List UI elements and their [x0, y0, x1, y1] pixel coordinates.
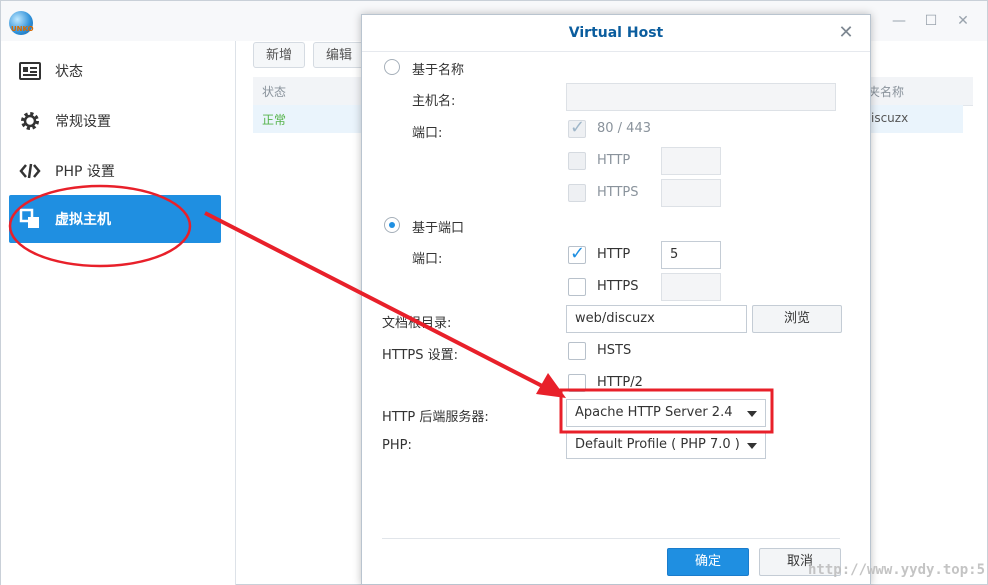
check-icon: ✓	[570, 117, 586, 138]
chevron-down-icon	[747, 443, 757, 449]
default-port-checkbox[interactable]: ✓	[568, 117, 586, 138]
port-https-label: HTTPS	[597, 279, 639, 294]
app-logo-text: UNKO	[11, 25, 34, 33]
edit-button[interactable]: 编辑	[313, 42, 366, 68]
name-https-port-input[interactable]	[661, 179, 721, 207]
hsts-label: HSTS	[597, 343, 632, 358]
dialog-title: Virtual Host	[362, 15, 870, 52]
https-settings-label: HTTPS 设置:	[382, 348, 459, 363]
sidebar-item-status[interactable]: 状态	[9, 47, 221, 95]
http2-label: HTTP/2	[597, 375, 643, 390]
add-button[interactable]: 新增	[253, 42, 306, 68]
by-port-label: 基于端口	[412, 221, 465, 236]
port-https-input[interactable]	[661, 273, 721, 301]
name-https-checkbox[interactable]	[568, 184, 586, 202]
watermark: http://www.yydy.top:5	[808, 562, 986, 578]
chevron-down-icon	[747, 411, 757, 417]
sidebar-item-general-settings[interactable]: 常规设置	[9, 97, 221, 145]
sidebar-item-label: 虚拟主机	[55, 212, 111, 228]
ok-button[interactable]: 确定	[667, 548, 749, 576]
sidebar-item-php-settings[interactable]: PHP 设置	[9, 147, 221, 195]
column-header-name: 夹名称	[868, 85, 905, 99]
doc-root-label: 文档根目录:	[382, 316, 452, 331]
sidebar: 状态 常规设置 PHP 设置 虚拟主机	[1, 41, 236, 585]
radio-by-name[interactable]	[384, 59, 400, 75]
name-http-checkbox[interactable]	[568, 152, 586, 170]
by-name-label: 基于名称	[412, 63, 465, 78]
http2-checkbox[interactable]	[568, 374, 586, 392]
port-http-checkbox[interactable]: ✓	[568, 243, 586, 264]
sidebar-item-label: 常规设置	[55, 114, 111, 130]
backend-select[interactable]: Apache HTTP Server 2.4	[566, 399, 766, 427]
virtual-host-icon	[17, 206, 43, 232]
close-window-icon[interactable]: ✕	[955, 13, 971, 29]
name-http-port-input[interactable]	[661, 147, 721, 175]
port-http-label: HTTP	[597, 247, 631, 262]
php-profile-select[interactable]: Default Profile ( PHP 7.0 )	[566, 431, 766, 459]
maximize-icon[interactable]: ☐	[923, 13, 939, 29]
code-icon	[17, 158, 43, 184]
hostname-input[interactable]	[566, 83, 836, 111]
port-label-port: 端口:	[412, 252, 443, 267]
check-icon: ✓	[570, 243, 586, 264]
footer-divider	[382, 538, 840, 539]
minimize-icon[interactable]: —	[891, 13, 907, 29]
virtual-host-dialog: Virtual Host ✕ 基于名称 主机名: 端口: ✓ 80 / 443 …	[361, 14, 871, 585]
name-http-label: HTTP	[597, 153, 631, 168]
php-label: PHP:	[382, 438, 412, 453]
backend-select-value: Apache HTTP Server 2.4	[575, 405, 733, 420]
port-http-input[interactable]: 5	[661, 241, 721, 269]
row-name: iscuzx	[871, 111, 909, 125]
sidebar-item-virtual-host[interactable]: 虚拟主机	[9, 195, 221, 243]
status-card-icon	[17, 58, 43, 84]
port-https-checkbox[interactable]	[568, 278, 586, 296]
hostname-label: 主机名:	[412, 94, 456, 109]
sidebar-item-label: PHP 设置	[55, 164, 115, 180]
radio-by-port[interactable]	[384, 217, 400, 233]
column-header-status: 状态	[262, 85, 287, 99]
sidebar-item-label: 状态	[55, 64, 83, 80]
php-select-value: Default Profile ( PHP 7.0 )	[575, 437, 740, 452]
browse-button[interactable]: 浏览	[752, 305, 842, 333]
backend-label: HTTP 后端服务器:	[382, 410, 489, 425]
port-label-name: 端口:	[412, 126, 443, 141]
name-https-label: HTTPS	[597, 185, 639, 200]
default-port-label: 80 / 443	[597, 121, 651, 136]
row-status: 正常	[262, 113, 287, 127]
doc-root-input[interactable]: web/discuzx	[566, 305, 747, 333]
gear-icon	[17, 108, 43, 134]
hsts-checkbox[interactable]	[568, 342, 586, 360]
close-icon[interactable]: ✕	[837, 24, 855, 42]
